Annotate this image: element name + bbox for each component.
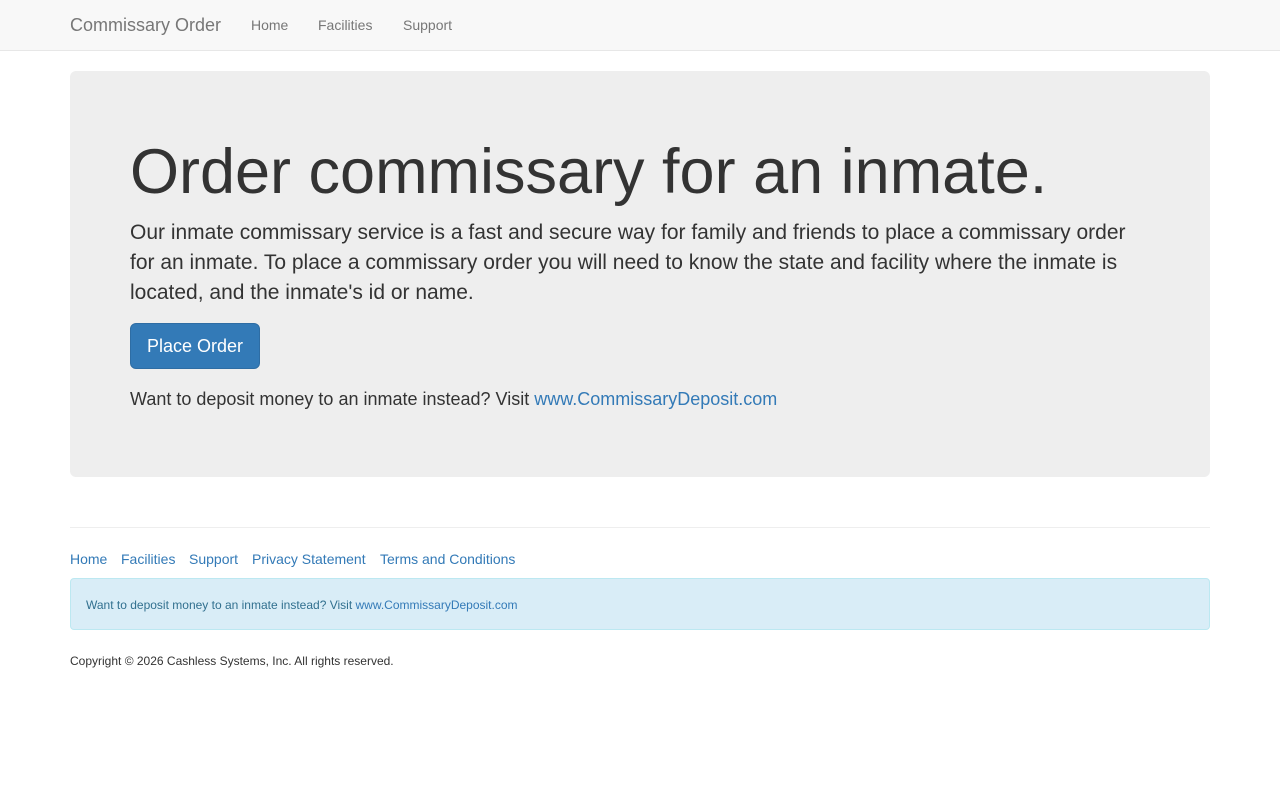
alert-deposit-link[interactable]: www.CommissaryDeposit.com (355, 598, 517, 612)
footer-link-facilities[interactable]: Facilities (121, 550, 175, 568)
footer-divider (70, 527, 1210, 528)
brand-link[interactable]: Commissary Order (70, 14, 221, 36)
hero-description: Our inmate commissary service is a fast … (130, 221, 1126, 304)
copyright-text: Copyright © 2026 Cashless Systems, Inc. … (70, 654, 394, 668)
deposit-info-alert: Want to deposit money to an inmate inste… (70, 578, 1210, 630)
footer-link-support[interactable]: Support (189, 550, 238, 568)
place-order-button[interactable]: Place Order (130, 323, 260, 369)
nav-link-support[interactable]: Support (403, 16, 452, 34)
deposit-notice-text: Want to deposit money to an inmate inste… (130, 389, 535, 409)
top-navbar: Commissary Order Home Facilities Support (0, 0, 1280, 51)
commissary-deposit-link[interactable]: www.CommissaryDeposit.com (534, 389, 777, 409)
alert-text: Want to deposit money to an inmate inste… (86, 598, 356, 612)
hero-title: Order commissary for an inmate. (130, 137, 1048, 207)
nav-link-facilities[interactable]: Facilities (318, 16, 372, 34)
deposit-notice: Want to deposit money to an inmate inste… (130, 387, 777, 411)
footer-link-terms-and-conditions[interactable]: Terms and Conditions (380, 550, 515, 568)
footer-link-home[interactable]: Home (70, 550, 107, 568)
nav-link-home[interactable]: Home (251, 16, 288, 34)
hero-jumbotron: Order commissary for an inmate. Our inma… (70, 71, 1210, 477)
footer-link-privacy-statement[interactable]: Privacy Statement (252, 550, 366, 568)
